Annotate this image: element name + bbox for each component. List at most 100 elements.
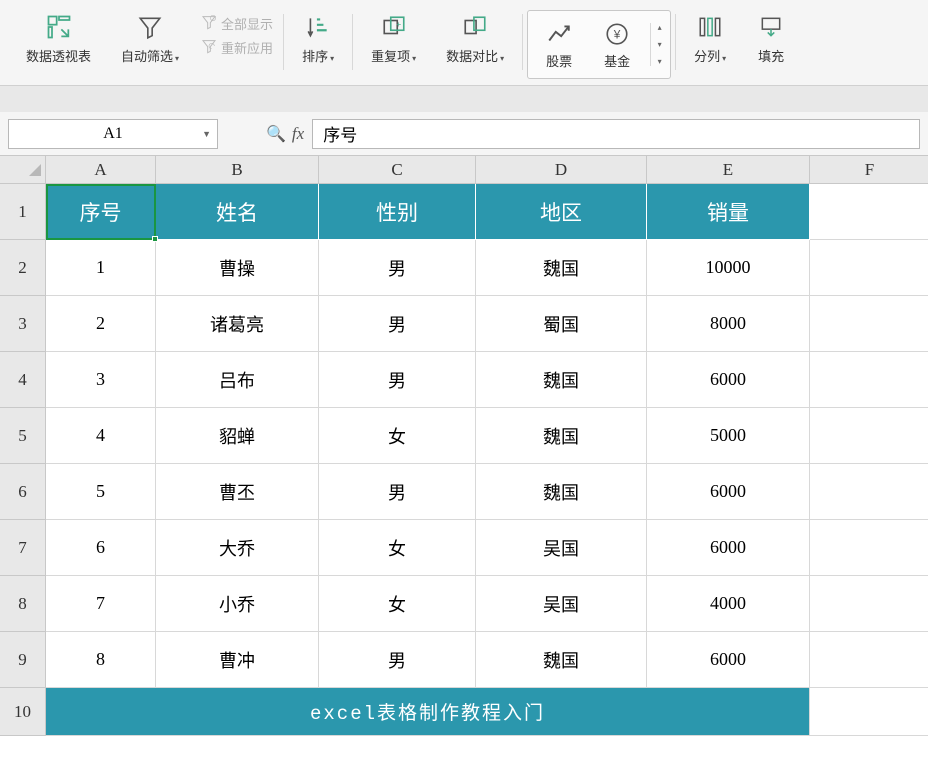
data-cell[interactable]: 1 [46,240,156,296]
data-cell[interactable]: 6000 [647,520,810,576]
data-cell[interactable]: 10000 [647,240,810,296]
data-cell[interactable]: 吴国 [476,576,647,632]
data-cell[interactable]: 4 [46,408,156,464]
cell[interactable] [810,632,928,688]
header-cell[interactable]: 序号 [46,184,156,240]
duplicates-button[interactable]: + 重复项▾ [357,8,430,69]
row-header-1[interactable]: 1 [0,184,46,240]
data-cell[interactable]: 曹冲 [156,632,319,688]
stocks-button[interactable]: 股票 [534,17,584,72]
table-row: 7小乔女吴国4000 [46,576,928,632]
data-cell[interactable]: 吴国 [476,520,647,576]
data-cell[interactable]: 吕布 [156,352,319,408]
row-header-8[interactable]: 8 [0,576,46,632]
data-cell[interactable]: 魏国 [476,408,647,464]
row-header-6[interactable]: 6 [0,464,46,520]
data-cell[interactable]: 7 [46,576,156,632]
data-cell[interactable]: 男 [319,632,476,688]
cell[interactable] [810,184,928,240]
cell[interactable] [810,688,928,736]
name-box[interactable]: A1 ▼ [8,119,218,149]
data-cell[interactable]: 6000 [647,632,810,688]
data-cell[interactable]: 5000 [647,408,810,464]
row-header-3[interactable]: 3 [0,296,46,352]
cell[interactable] [810,296,928,352]
data-cell[interactable]: 4000 [647,576,810,632]
show-all-button[interactable]: 全部显示 [201,12,273,34]
data-cell[interactable]: 男 [319,464,476,520]
table-row: 4貂蝉女魏国5000 [46,408,928,464]
data-cell[interactable]: 女 [319,408,476,464]
cells-area: 序号姓名性别地区销量1曹操男魏国100002诸葛亮男蜀国80003吕布男魏国60… [46,184,928,736]
data-cell[interactable]: 大乔 [156,520,319,576]
formula-input[interactable]: 序号 [312,119,920,149]
cell[interactable] [810,520,928,576]
data-cell[interactable]: 6000 [647,352,810,408]
text-to-columns-button[interactable]: 分列▾ [680,8,740,69]
pivot-table-button[interactable]: 数据透视表 [12,8,105,69]
data-cell[interactable]: 曹丕 [156,464,319,520]
data-cell[interactable]: 6 [46,520,156,576]
data-cell[interactable]: 3 [46,352,156,408]
funds-icon: ¥ [602,19,632,49]
finance-dropdown[interactable]: ▴▾▾ [650,23,664,66]
column-header-A[interactable]: A [46,156,156,184]
row-header-7[interactable]: 7 [0,520,46,576]
data-cell[interactable]: 男 [319,352,476,408]
formula-value: 序号 [323,121,357,146]
cell[interactable] [810,240,928,296]
select-all-corner[interactable] [0,156,46,184]
data-cell[interactable]: 女 [319,576,476,632]
column-header-C[interactable]: C [319,156,476,184]
reapply-button[interactable]: 重新应用 [201,36,273,58]
data-cell[interactable]: 8000 [647,296,810,352]
data-cell[interactable]: 6000 [647,464,810,520]
data-cell[interactable]: 魏国 [476,352,647,408]
reapply-label: 重新应用 [221,38,273,57]
column-header-B[interactable]: B [156,156,319,184]
ribbon-separator [675,14,676,70]
data-cell[interactable]: 2 [46,296,156,352]
fx-button[interactable]: fx [292,124,304,144]
data-compare-button[interactable]: 数据对比▾ [432,8,518,69]
cell[interactable] [810,352,928,408]
row-header-2[interactable]: 2 [0,240,46,296]
search-fx-icon[interactable]: 🔍 [266,124,286,144]
cell[interactable] [810,576,928,632]
footer-cell[interactable]: excel表格制作教程入门 [46,688,810,736]
cell[interactable] [810,464,928,520]
data-cell[interactable]: 男 [319,296,476,352]
sort-button[interactable]: 排序▾ [288,8,348,69]
data-cell[interactable]: 魏国 [476,632,647,688]
cell[interactable] [810,408,928,464]
data-cell[interactable]: 8 [46,632,156,688]
autofilter-label: 自动筛选 [121,49,173,64]
column-header-E[interactable]: E [647,156,810,184]
column-header-D[interactable]: D [476,156,647,184]
duplicates-label: 重复项 [371,49,410,64]
header-cell[interactable]: 姓名 [156,184,319,240]
row-header-10[interactable]: 10 [0,688,46,736]
data-cell[interactable]: 女 [319,520,476,576]
fill-button[interactable]: 填充 [742,8,790,69]
data-cell[interactable]: 蜀国 [476,296,647,352]
header-cell[interactable]: 销量 [647,184,810,240]
data-cell[interactable]: 诸葛亮 [156,296,319,352]
row-header-4[interactable]: 4 [0,352,46,408]
data-cell[interactable]: 魏国 [476,240,647,296]
header-cell[interactable]: 地区 [476,184,647,240]
header-cell[interactable]: 性别 [319,184,476,240]
column-header-F[interactable]: F [810,156,928,184]
autofilter-button[interactable]: 自动筛选▾ [107,8,193,69]
show-all-icon [201,14,217,33]
row-header-5[interactable]: 5 [0,408,46,464]
chevron-down-icon[interactable]: ▼ [202,129,211,139]
data-cell[interactable]: 男 [319,240,476,296]
row-header-9[interactable]: 9 [0,632,46,688]
data-cell[interactable]: 5 [46,464,156,520]
funds-button[interactable]: ¥ 基金 [592,17,642,72]
data-cell[interactable]: 貂蝉 [156,408,319,464]
data-cell[interactable]: 小乔 [156,576,319,632]
data-cell[interactable]: 魏国 [476,464,647,520]
data-cell[interactable]: 曹操 [156,240,319,296]
